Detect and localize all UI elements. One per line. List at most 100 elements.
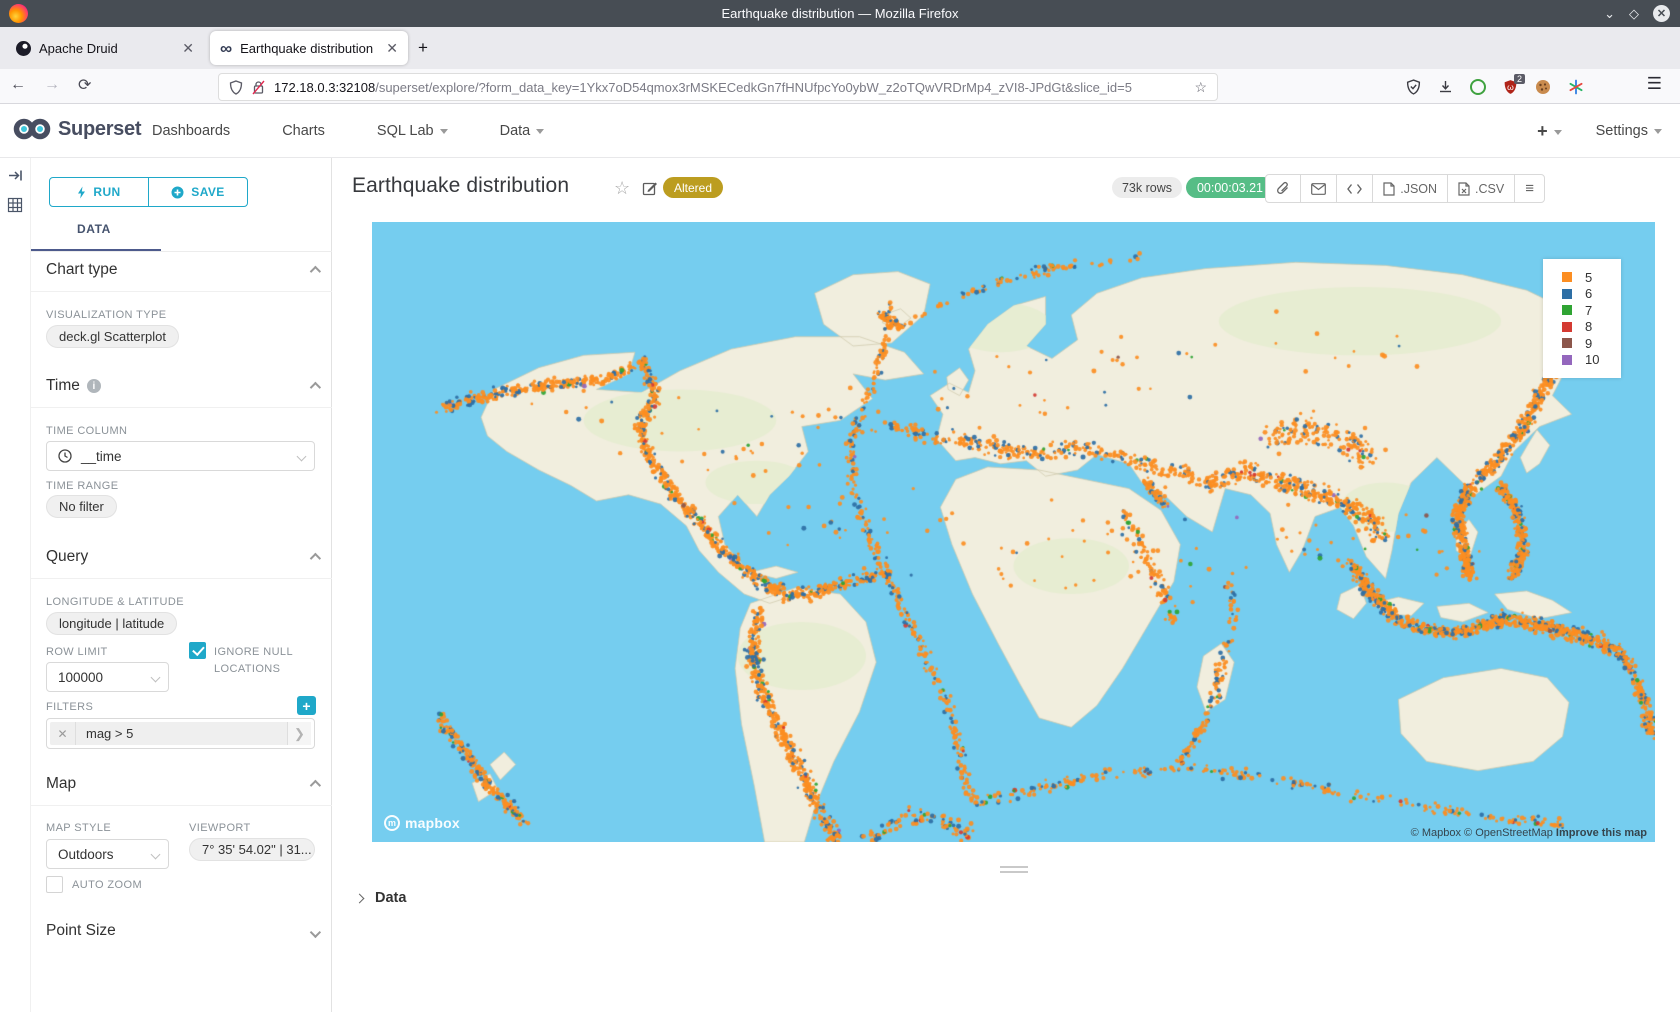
brand-name: Superset [58,118,141,141]
tracking-shield-icon[interactable] [229,80,243,95]
ignore-null-label: IGNORE NULL LOCATIONS [214,644,319,678]
cookie-extension-icon[interactable] [1535,79,1551,95]
edit-title-icon[interactable] [642,180,658,196]
bolt-icon [77,186,86,199]
forward-button[interactable]: → [44,76,60,94]
chevron-right-icon[interactable]: ❯ [287,722,311,745]
save-button[interactable]: SAVE [148,178,247,206]
info-icon: i [87,379,101,393]
legend-item: 6 [1562,286,1621,303]
tab-close-icon[interactable]: ✕ [182,40,194,57]
nav-sql-lab[interactable]: SQL Lab [377,123,448,139]
new-item-button[interactable]: + [1537,121,1562,142]
time-range-label: TIME RANGE [46,480,118,492]
viz-type-label: VISUALIZATION TYPE [46,309,167,321]
chevron-down-icon [536,129,544,134]
settings-menu[interactable]: Settings [1596,123,1662,139]
lonlat-label: LONGITUDE & LATITUDE [46,596,184,608]
window-close-button[interactable]: ✕ [1653,5,1670,22]
chart-menu-button[interactable]: ≡ [1515,175,1544,202]
chevron-down-icon [297,452,307,462]
tab-label: Earthquake distribution [240,41,373,56]
copy-link-button[interactable] [1266,175,1301,202]
chart-title: Earthquake distribution [352,174,569,198]
bookmark-star-icon[interactable]: ☆ [1194,79,1207,96]
expand-panel-icon[interactable] [8,168,23,183]
legend-swatch [1562,305,1572,315]
superset-logo[interactable]: Superset [12,116,141,142]
section-map[interactable]: Map [46,775,318,793]
mapbox-logo[interactable]: m mapbox [384,815,460,831]
legend-swatch [1562,338,1572,348]
dataset-grid-icon[interactable] [7,197,23,213]
remove-filter-icon[interactable]: ✕ [50,722,76,745]
row-limit-select[interactable]: 100000 [46,662,169,692]
privacy-extension-icon[interactable] [1470,79,1486,95]
tab-data[interactable]: DATA [77,222,111,236]
reload-button[interactable]: ⟳ [78,75,91,95]
new-tab-button[interactable]: + [418,38,428,58]
viewport-label: VIEWPORT [189,822,251,834]
chevron-up-icon [310,553,321,564]
section-chart-type[interactable]: Chart type [46,261,318,279]
snowflake-extension-icon[interactable] [1568,79,1584,95]
superset-infinity-icon [12,116,52,142]
paperclip-icon [1276,181,1290,196]
tab-earthquake-distribution[interactable]: ∞ Earthquake distribution ✕ [210,31,408,65]
auto-zoom-checkbox[interactable] [46,876,63,893]
map-style-label: MAP STYLE [46,822,111,834]
scatter-map-canvas[interactable] [372,222,1655,842]
section-time[interactable]: Time i [46,377,318,395]
lonlat-pill[interactable]: longitude | latitude [46,612,177,635]
attribution-osm[interactable]: © OpenStreetMap [1464,827,1553,839]
section-point-size[interactable]: Point Size [46,922,318,940]
nav-charts[interactable]: Charts [282,123,325,139]
tab-close-icon[interactable]: ✕ [386,40,398,57]
legend-item: 9 [1562,335,1621,352]
section-query[interactable]: Query [46,548,318,566]
filter-expression: mag > 5 [76,726,287,741]
nav-data[interactable]: Data [500,123,545,139]
chevron-down-icon [1554,130,1562,135]
collapsed-datasource-strip [0,158,30,1012]
deckgl-map[interactable]: 5 6 7 8 9 10 m mapbox © Mapbox © OpenStr… [372,222,1655,842]
data-panel-toggle[interactable]: Data [356,890,406,906]
ignore-null-checkbox[interactable] [189,642,206,659]
legend-swatch [1562,289,1572,299]
window-maximize-button[interactable]: ◇ [1629,6,1639,22]
add-filter-button[interactable]: + [297,696,316,715]
improve-map-link[interactable]: Improve this map [1556,827,1647,839]
downloads-icon[interactable] [1438,79,1453,95]
attribution-mapbox[interactable]: © Mapbox [1411,827,1461,839]
tab-apache-druid[interactable]: Apache Druid ✕ [6,31,204,65]
viewport-pill[interactable]: 7° 35' 54.02" | 31... [189,838,315,861]
row-limit-label: ROW LIMIT [46,646,108,658]
url-bar[interactable]: 172.18.0.3:32108/superset/explore/?form_… [218,73,1218,101]
clock-icon [58,449,72,463]
panel-drag-handle[interactable] [372,866,1655,873]
export-json-button[interactable]: .JSON [1373,175,1448,202]
insecure-lock-icon[interactable] [252,80,265,95]
filter-chip[interactable]: ✕ mag > 5 ❯ [50,722,311,745]
browser-toolbar: ← → ⟳ 172.18.0.3:32108/superset/explore/… [0,69,1680,104]
map-legend: 5 6 7 8 9 10 [1543,259,1621,378]
browser-menu-icon[interactable]: ☰ [1647,74,1662,94]
legend-item: 7 [1562,302,1621,319]
favorite-star-icon[interactable]: ☆ [614,178,630,199]
time-column-select[interactable]: __time [46,441,315,471]
explore-control-panel: RUN SAVE DATA Chart type VISUALIZATION T… [30,158,332,1012]
pocket-shield-icon[interactable] [1406,79,1421,95]
file-x-icon [1458,182,1470,196]
time-column-label: TIME COLUMN [46,425,127,437]
embed-code-button[interactable] [1337,175,1373,202]
time-range-pill[interactable]: No filter [46,495,117,518]
export-csv-button[interactable]: .CSV [1448,175,1515,202]
back-button[interactable]: ← [10,76,26,94]
adblock-extension-icon[interactable]: ω 2 [1503,79,1518,95]
run-button[interactable]: RUN [50,178,148,206]
viz-type-pill[interactable]: deck.gl Scatterplot [46,325,179,348]
map-style-select[interactable]: Outdoors [46,839,169,869]
email-button[interactable] [1301,175,1337,202]
nav-dashboards[interactable]: Dashboards [152,123,230,139]
window-minimize-button[interactable]: ⌄ [1604,6,1615,22]
